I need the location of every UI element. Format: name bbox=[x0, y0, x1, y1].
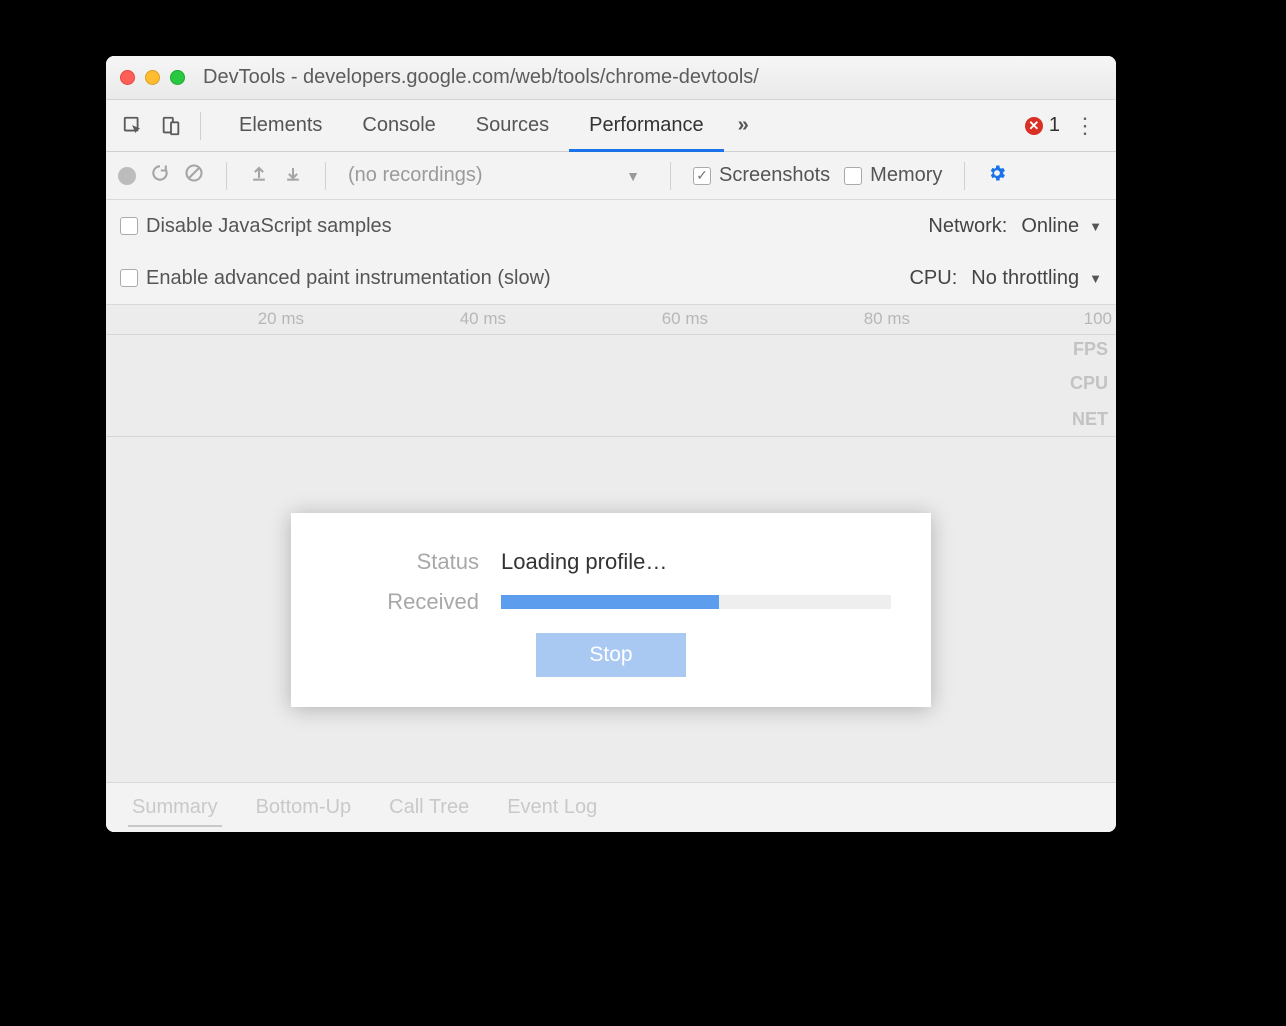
status-value: Loading profile… bbox=[501, 549, 667, 575]
tab-performance[interactable]: Performance bbox=[569, 100, 724, 151]
capture-settings-button[interactable] bbox=[987, 163, 1007, 188]
progress-fill bbox=[501, 595, 719, 609]
separator bbox=[200, 112, 201, 140]
enable-paint-label: Enable advanced paint instrumentation (s… bbox=[146, 267, 551, 290]
lane-net-label: NET bbox=[1072, 409, 1108, 430]
separator bbox=[226, 162, 227, 190]
main-toolbar: Elements Console Sources Performance » ✕… bbox=[106, 100, 1116, 152]
chevron-down-icon: ▼ bbox=[1089, 219, 1102, 234]
lane-cpu-label: CPU bbox=[1070, 373, 1108, 394]
tabs-overflow-button[interactable]: » bbox=[724, 100, 763, 151]
window-title: DevTools - developers.google.com/web/too… bbox=[203, 66, 759, 89]
ruler-tick: 80 ms bbox=[864, 309, 914, 329]
tab-bottom-up[interactable]: Bottom-Up bbox=[240, 786, 368, 829]
minimize-window-button[interactable] bbox=[145, 70, 160, 85]
checkbox-icon bbox=[693, 167, 711, 185]
stop-button[interactable]: Stop bbox=[536, 633, 686, 677]
tab-event-log[interactable]: Event Log bbox=[491, 786, 613, 829]
device-toolbar-icon[interactable] bbox=[154, 109, 188, 143]
zoom-window-button[interactable] bbox=[170, 70, 185, 85]
ruler-tick: 20 ms bbox=[258, 309, 308, 329]
cpu-throttling-select[interactable]: No throttling ▼ bbox=[971, 267, 1102, 290]
separator bbox=[964, 162, 965, 190]
chevron-down-icon: ▼ bbox=[1089, 271, 1102, 286]
reload-button[interactable] bbox=[150, 163, 170, 188]
record-button[interactable] bbox=[118, 167, 136, 185]
checkbox-icon bbox=[844, 167, 862, 185]
error-badge[interactable]: ✕ 1 bbox=[1025, 114, 1060, 137]
screenshots-checkbox[interactable]: Screenshots bbox=[693, 164, 830, 187]
panel-tabs: Elements Console Sources Performance » bbox=[219, 100, 763, 151]
separator bbox=[670, 162, 671, 190]
save-profile-button[interactable] bbox=[283, 163, 303, 188]
memory-label: Memory bbox=[870, 164, 942, 187]
cpu-value: No throttling bbox=[971, 267, 1079, 290]
ruler-tick: 60 ms bbox=[662, 309, 712, 329]
tab-call-tree[interactable]: Call Tree bbox=[373, 786, 485, 829]
performance-toolbar: (no recordings) ▼ Screenshots Memory bbox=[106, 152, 1116, 200]
lane-fps-label: FPS bbox=[1073, 339, 1108, 360]
checkbox-icon bbox=[120, 269, 138, 287]
tab-console[interactable]: Console bbox=[342, 100, 455, 151]
titlebar: DevTools - developers.google.com/web/too… bbox=[106, 56, 1116, 100]
network-throttling-select[interactable]: Online ▼ bbox=[1021, 215, 1102, 238]
devtools-window: DevTools - developers.google.com/web/too… bbox=[106, 56, 1116, 832]
clear-button[interactable] bbox=[184, 163, 204, 188]
received-label: Received bbox=[331, 589, 501, 615]
network-label: Network: bbox=[928, 215, 1007, 238]
tab-sources[interactable]: Sources bbox=[456, 100, 569, 151]
progress-bar bbox=[501, 595, 891, 609]
overview-lanes: FPS CPU NET bbox=[106, 335, 1116, 437]
capture-settings: Disable JavaScript samples Network: Onli… bbox=[106, 200, 1116, 305]
flame-chart-area: Status Loading profile… Received Stop bbox=[106, 437, 1116, 782]
network-value: Online bbox=[1021, 215, 1079, 238]
load-profile-button[interactable] bbox=[249, 163, 269, 188]
memory-checkbox[interactable]: Memory bbox=[844, 164, 942, 187]
loading-dialog: Status Loading profile… Received Stop bbox=[291, 513, 931, 707]
separator bbox=[325, 162, 326, 190]
screenshots-label: Screenshots bbox=[719, 164, 830, 187]
details-tabs: Summary Bottom-Up Call Tree Event Log bbox=[106, 782, 1116, 832]
error-icon: ✕ bbox=[1025, 117, 1043, 135]
close-window-button[interactable] bbox=[120, 70, 135, 85]
disable-js-samples-checkbox[interactable]: Disable JavaScript samples bbox=[120, 215, 392, 238]
cpu-label: CPU: bbox=[909, 267, 957, 290]
checkbox-icon bbox=[120, 217, 138, 235]
timeline-ruler: 20 ms 40 ms 60 ms 80 ms 100 ms bbox=[106, 305, 1116, 335]
error-count: 1 bbox=[1049, 114, 1060, 137]
disable-js-label: Disable JavaScript samples bbox=[146, 215, 392, 238]
more-options-icon[interactable]: ⋮ bbox=[1064, 113, 1106, 139]
tab-summary[interactable]: Summary bbox=[116, 786, 234, 829]
recordings-dropdown[interactable]: (no recordings) ▼ bbox=[348, 164, 648, 187]
tab-elements[interactable]: Elements bbox=[219, 100, 342, 151]
status-label: Status bbox=[331, 549, 501, 575]
enable-paint-instrumentation-checkbox[interactable]: Enable advanced paint instrumentation (s… bbox=[120, 267, 551, 290]
inspect-element-icon[interactable] bbox=[116, 109, 150, 143]
ruler-tick: 40 ms bbox=[460, 309, 510, 329]
traffic-lights bbox=[120, 70, 185, 85]
chevron-down-icon: ▼ bbox=[626, 168, 640, 184]
recordings-label: (no recordings) bbox=[348, 164, 483, 187]
